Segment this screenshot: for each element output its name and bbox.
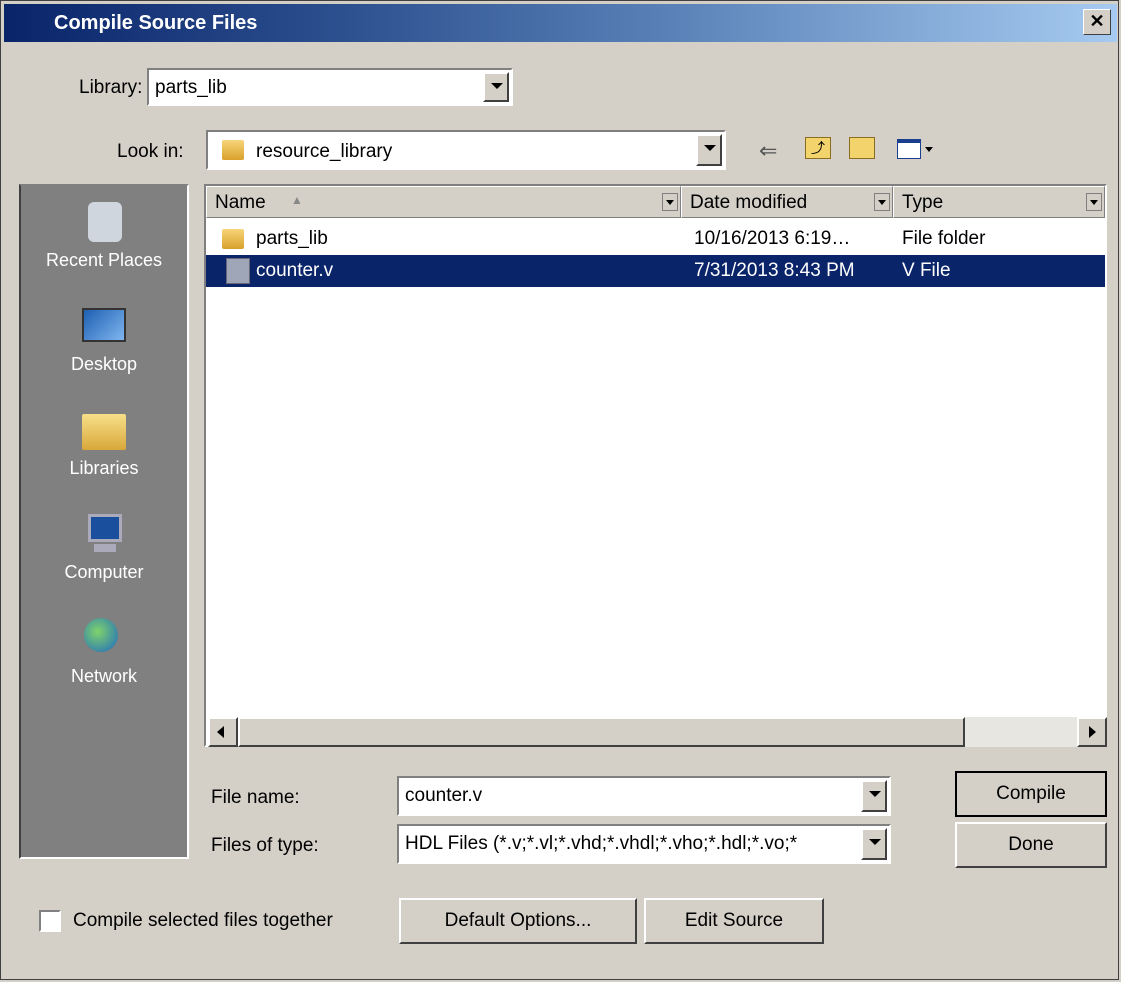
place-label: Desktop	[70, 354, 138, 374]
file-name-combobox[interactable]: counter.v	[397, 776, 891, 816]
files-of-type-label: Files of type:	[211, 835, 319, 856]
arrow-right-icon	[1089, 726, 1096, 738]
column-filter-button[interactable]	[662, 193, 678, 211]
column-label: Date modified	[690, 192, 808, 213]
libraries-icon	[80, 406, 128, 454]
column-label: Type	[902, 192, 944, 213]
place-desktop[interactable]: Desktop	[21, 302, 187, 375]
files-of-type-combobox[interactable]: HDL Files (*.v;*.vl;*.vhd;*.vhdl;*.vho;*…	[397, 824, 891, 864]
new-folder-icon[interactable]	[849, 137, 875, 159]
place-label: Computer	[64, 562, 144, 582]
title-bar: Compile Source Files ✕	[4, 4, 1117, 42]
place-libraries[interactable]: Libraries	[21, 406, 187, 479]
file-name: parts_lib	[256, 228, 328, 249]
column-filter-button[interactable]	[874, 193, 890, 211]
look-in-dropdown-button[interactable]	[696, 134, 722, 166]
place-computer[interactable]: Computer	[21, 510, 187, 583]
edit-source-button[interactable]: Edit Source	[644, 898, 824, 944]
compile-dialog: Compile Source Files ✕ Library: parts_li…	[0, 0, 1119, 980]
places-bar: Recent Places Desktop Libraries Computer…	[19, 184, 189, 859]
file-row-selected[interactable]: counter.v 7/31/2013 8:43 PM V File	[206, 255, 1105, 287]
horizontal-scrollbar[interactable]	[208, 717, 1107, 747]
default-options-button[interactable]: Default Options...	[399, 898, 637, 944]
scroll-right-button[interactable]	[1077, 717, 1107, 747]
column-filter-button[interactable]	[1086, 193, 1102, 211]
files-of-type-dropdown-button[interactable]	[861, 828, 887, 860]
place-recent-places[interactable]: Recent Places	[21, 198, 187, 271]
look-in-value: resource_library	[256, 141, 393, 162]
files-of-type-value: HDL Files (*.v;*.vl;*.vhd;*.vhdl;*.vho;*…	[405, 833, 798, 854]
compile-button[interactable]: Compile	[955, 771, 1107, 817]
scroll-thumb[interactable]	[238, 717, 965, 747]
column-label: Name	[215, 192, 266, 213]
place-network[interactable]: Network	[21, 614, 187, 687]
compile-together-checkbox[interactable]	[39, 910, 61, 932]
network-icon	[80, 614, 128, 662]
file-row[interactable]: parts_lib 10/16/2013 6:19… File folder	[206, 223, 1105, 255]
folder-icon	[222, 229, 244, 249]
close-icon: ✕	[1089, 11, 1105, 31]
up-folder-icon[interactable]: ⤴	[805, 137, 831, 159]
place-label: Libraries	[69, 458, 139, 478]
close-button[interactable]: ✕	[1083, 9, 1111, 35]
file-name-label: File name:	[211, 787, 300, 808]
file-date: 10/16/2013 6:19…	[694, 228, 851, 249]
sort-ascending-icon: ▲	[291, 193, 303, 207]
view-menu-icon[interactable]	[897, 139, 921, 159]
computer-icon	[80, 510, 128, 558]
done-button[interactable]: Done	[955, 822, 1107, 868]
column-header-type[interactable]: Type	[893, 186, 1105, 218]
place-label: Network	[70, 666, 137, 686]
window-title: Compile Source Files	[54, 12, 258, 34]
file-type: V File	[902, 260, 951, 281]
library-label: Library:	[79, 77, 143, 98]
file-icon	[226, 258, 250, 284]
file-name: counter.v	[256, 260, 334, 281]
library-dropdown-button[interactable]	[483, 72, 509, 102]
file-list[interactable]: Name ▲ Date modified Type parts_lib 10/1…	[204, 184, 1107, 747]
file-name-dropdown-button[interactable]	[861, 780, 887, 812]
recent-places-icon	[80, 198, 128, 246]
folder-icon	[222, 140, 244, 160]
column-header-name[interactable]: Name ▲	[206, 186, 681, 218]
place-label: Recent Places	[45, 250, 163, 270]
library-value: parts_lib	[155, 77, 227, 98]
file-type: File folder	[902, 228, 986, 249]
column-header-date[interactable]: Date modified	[681, 186, 893, 218]
file-date: 7/31/2013 8:43 PM	[694, 260, 855, 281]
back-icon[interactable]: ⇐	[759, 138, 777, 164]
look-in-combobox[interactable]: resource_library	[206, 130, 726, 170]
view-menu-chevron-down-icon[interactable]	[925, 147, 933, 152]
look-in-label: Look in:	[117, 141, 184, 162]
compile-together-label: Compile selected files together	[73, 910, 333, 931]
arrow-left-icon	[217, 726, 224, 738]
library-combobox[interactable]: parts_lib	[147, 68, 513, 106]
scroll-left-button[interactable]	[208, 717, 238, 747]
desktop-icon	[80, 302, 128, 350]
file-name-value: counter.v	[405, 785, 483, 806]
